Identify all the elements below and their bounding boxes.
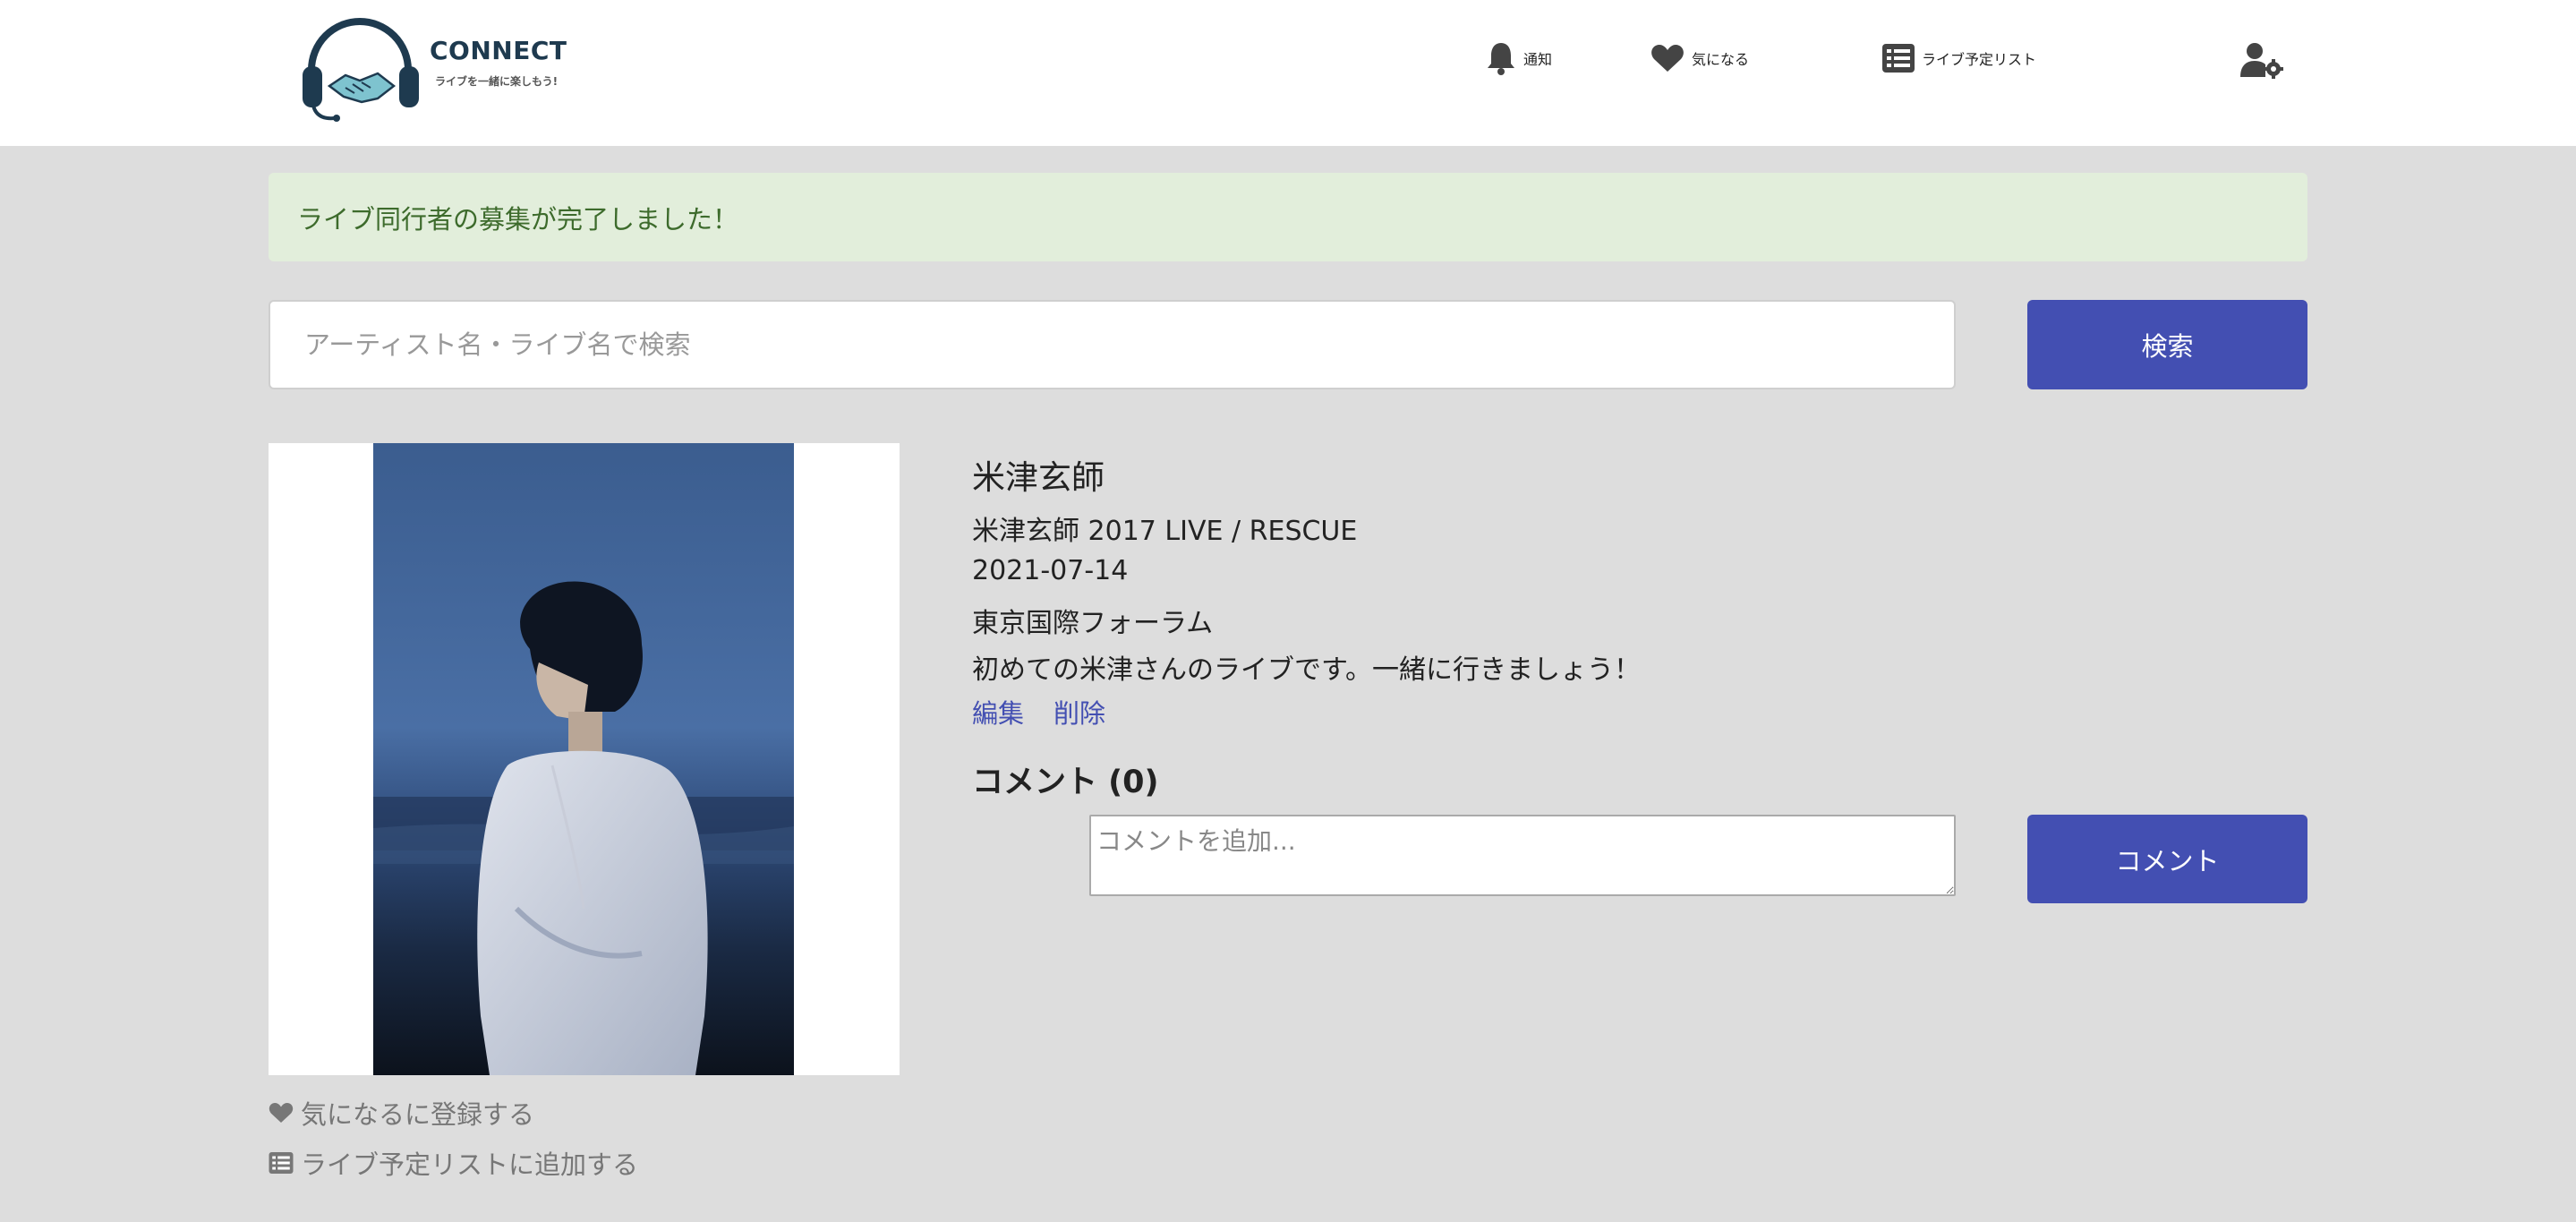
- nav-favorites-label: 気になる: [1692, 51, 1750, 68]
- nav-live-schedule[interactable]: ライブ予定リスト: [1882, 36, 2036, 81]
- delete-link[interactable]: 削除: [1053, 693, 1105, 731]
- search-button[interactable]: 検索: [2027, 300, 2307, 389]
- live-date: 2021-07-14: [972, 555, 1129, 586]
- artist-name: 米津玄師: [972, 458, 1105, 497]
- live-title: 米津玄師 2017 LIVE / RESCUE: [972, 516, 1358, 547]
- edit-link[interactable]: 編集: [972, 693, 1024, 731]
- nav-favorites[interactable]: 気になる: [1651, 36, 1749, 81]
- add-schedule-label: ライブ予定リストに追加する: [301, 1149, 639, 1180]
- nav-user-settings[interactable]: [2240, 38, 2283, 82]
- list-icon: [1882, 44, 1915, 73]
- add-favorite-action[interactable]: 気になるに登録する: [269, 1094, 534, 1132]
- logo[interactable]: CONNECT ライブを一緒に楽しもう!: [299, 16, 567, 122]
- logo-subtitle: ライブを一緒に楽しもう!: [435, 75, 559, 88]
- search-input[interactable]: [269, 300, 1956, 389]
- list-icon: [269, 1152, 294, 1174]
- heart-icon: [1651, 45, 1684, 72]
- logo-title: CONNECT: [430, 36, 567, 65]
- live-image-card: [269, 443, 900, 1075]
- user-settings-icon: [2240, 43, 2283, 79]
- bell-icon: [1488, 43, 1514, 75]
- add-schedule-action[interactable]: ライブ予定リストに追加する: [269, 1144, 638, 1182]
- comment-input[interactable]: [1089, 815, 1956, 896]
- add-favorite-label: 気になるに登録する: [301, 1099, 535, 1130]
- nav-notifications[interactable]: 通知: [1486, 36, 1552, 81]
- nav-live-schedule-label: ライブ予定リスト: [1922, 51, 2037, 68]
- comment-submit-button[interactable]: コメント: [2027, 815, 2307, 903]
- artist-photo: [373, 443, 794, 1075]
- comment-heading: コメント (0): [972, 765, 1159, 800]
- nav-notifications-label: 通知: [1523, 51, 1553, 68]
- headset-handshake-logo-icon: [303, 18, 419, 122]
- alert-message: ライブ同行者の募集が完了しました！: [297, 203, 739, 235]
- artist-photo-image: [373, 443, 794, 1075]
- heart-icon: [269, 1102, 294, 1124]
- success-alert: ライブ同行者の募集が完了しました！: [269, 173, 2307, 261]
- live-message: 初めての米津さんのライブです。一緒に行きましょう！: [972, 654, 1641, 686]
- header: CONNECT ライブを一緒に楽しもう! 通知 気になる ライブ予定リスト: [0, 0, 2576, 146]
- live-venue: 東京国際フォーラム: [972, 608, 1214, 639]
